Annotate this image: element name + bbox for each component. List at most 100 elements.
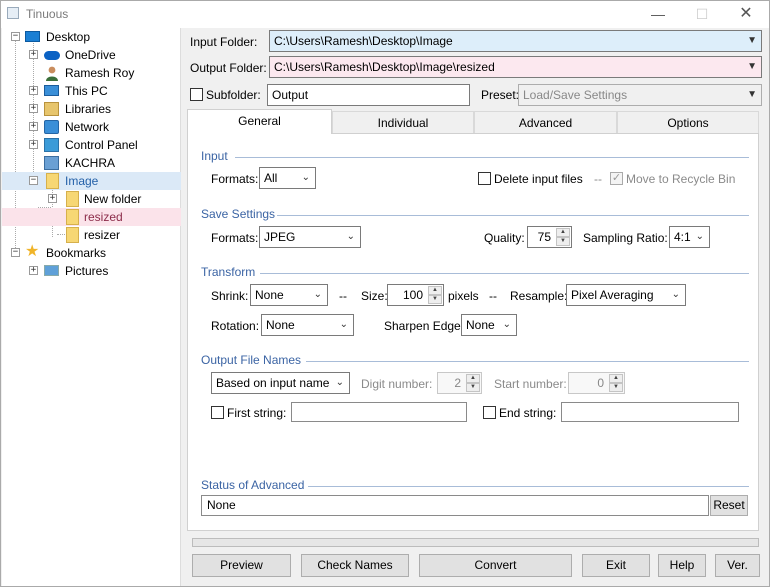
chevron-down-icon[interactable]: ▼ [747,85,757,105]
tree-node-resized[interactable]: resized [2,208,181,226]
first-string-checkbox[interactable] [211,406,224,419]
help-button[interactable]: Help [658,554,706,577]
collapse-toggle[interactable]: − [29,176,38,185]
tree-node-label: This PC [65,84,108,98]
tree-node-control-panel[interactable]: + Control Panel [2,136,181,154]
status-field: None [201,495,709,516]
save-formats-dropdown[interactable]: JPEG ⌄ [259,226,361,248]
end-string-input[interactable] [561,402,739,422]
subfolder-value: Output [272,88,309,102]
tree-node-this-pc[interactable]: + This PC [2,82,181,100]
input-folder-label: Input Folder: [190,35,258,49]
tree-node-desktop[interactable]: − Desktop [2,28,181,46]
expand-toggle[interactable]: + [29,266,38,275]
spin-down-icon[interactable]: ▼ [556,237,570,246]
sampling-ratio-dropdown[interactable]: 4:1 ⌄ [669,226,710,248]
first-string-input[interactable] [291,402,467,422]
folder-tree[interactable]: − Desktop + OneDrive Ramesh Roy + This P… [2,28,181,586]
status-section-title: Status of Advanced [201,478,305,492]
tree-node-bookmarks[interactable]: − ★ Bookmarks [2,243,181,262]
save-section-title: Save Settings [201,207,276,221]
tree-node-label: Control Panel [65,138,138,152]
tab-individual[interactable]: Individual [332,111,474,133]
preset-dropdown[interactable]: Load/Save Settings ▼ [518,84,762,106]
spin-up-icon[interactable]: ▲ [466,374,480,383]
check-names-button[interactable]: Check Names [301,554,409,577]
tab-advanced[interactable]: Advanced [474,111,617,133]
spin-up-icon[interactable]: ▲ [556,228,570,237]
tree-node-user[interactable]: Ramesh Roy [2,64,181,82]
subfolder-checkbox[interactable] [190,88,203,101]
recycle-bin-checkbox[interactable]: ✓ [610,172,623,185]
shrink-dropdown[interactable]: None ⌄ [250,284,328,306]
folder-icon [66,209,79,225]
tree-node-label: Desktop [46,30,91,44]
tree-node-new-folder[interactable]: + New folder [2,190,181,208]
onedrive-icon [44,51,60,60]
tree-node-libraries[interactable]: + Libraries [2,100,181,118]
tree-node-network[interactable]: + Network [2,118,181,136]
input-formats-label: Formats: [211,172,259,186]
chevron-down-icon: ⌄ [502,319,511,330]
sharpen-edge-dropdown[interactable]: None ⌄ [461,314,517,336]
rotation-dropdown[interactable]: None ⌄ [261,314,354,336]
minimize-button[interactable]: — [643,3,673,25]
digit-number-value: 2 [454,376,461,390]
end-string-label: End string: [499,406,557,420]
expand-toggle[interactable]: + [29,86,38,95]
spin-up-icon[interactable]: ▲ [428,286,442,295]
convert-button[interactable]: Convert [419,554,572,577]
exit-button[interactable]: Exit [582,554,650,577]
folder-icon [66,227,79,243]
chevron-down-icon[interactable]: ▼ [747,57,757,77]
shrink-label: Shrink: [211,289,249,303]
subfolder-input[interactable]: Output [267,84,470,106]
tree-node-image[interactable]: − Image [2,172,181,190]
delete-input-checkbox[interactable] [478,172,491,185]
tree-node-pictures[interactable]: + Pictures [2,262,181,280]
spin-up-icon[interactable]: ▲ [609,374,623,383]
tree-node-label: Ramesh Roy [65,66,135,80]
expand-toggle[interactable]: + [29,122,38,131]
tree-node-onedrive[interactable]: + OneDrive [2,46,181,64]
preview-button[interactable]: Preview [192,554,291,577]
size-spinner[interactable]: 100 ▲ ▼ [387,284,444,306]
reset-button[interactable]: Reset [710,495,748,516]
tab-options[interactable]: Options [617,111,759,133]
status-value: None [207,498,236,512]
resample-dropdown[interactable]: Pixel Averaging ⌄ [566,284,686,306]
naming-mode-value: Based on input name [216,376,330,390]
close-button[interactable]: ✕ [731,3,761,25]
maximize-button[interactable]: ☐ [687,3,717,25]
kachra-icon [44,156,59,170]
start-number-spinner[interactable]: 0 ▲ ▼ [568,372,625,394]
digit-number-spinner[interactable]: 2 ▲ ▼ [437,372,482,394]
expand-toggle[interactable]: + [29,104,38,113]
tree-node-resizer[interactable]: resizer [2,226,181,244]
quality-value: 75 [537,230,551,244]
tree-node-label: resized [84,210,123,224]
input-formats-dropdown[interactable]: All ⌄ [259,167,316,189]
preset-placeholder: Load/Save Settings [523,88,628,102]
naming-mode-dropdown[interactable]: Based on input name ⌄ [211,372,350,394]
spin-down-icon[interactable]: ▼ [609,383,623,392]
collapse-toggle[interactable]: − [11,248,20,257]
chevron-down-icon[interactable]: ▼ [747,31,757,51]
tab-general[interactable]: General [187,109,332,134]
input-folder-field[interactable]: C:\Users\Ramesh\Desktop\Image ▼ [269,30,762,52]
collapse-toggle[interactable]: − [11,32,20,41]
expand-toggle[interactable]: + [48,194,57,203]
chevron-down-icon: ⌄ [339,319,348,330]
spin-down-icon[interactable]: ▼ [428,295,442,304]
tree-node-kachra[interactable]: KACHRA [2,154,181,172]
expand-toggle[interactable]: + [29,50,38,59]
output-folder-field[interactable]: C:\Users\Ramesh\Desktop\Image\resized ▼ [269,56,762,78]
star-icon: ★ [25,243,40,260]
expand-toggle[interactable]: + [29,140,38,149]
end-string-checkbox[interactable] [483,406,496,419]
quality-spinner[interactable]: 75 ▲ ▼ [527,226,572,248]
version-button[interactable]: Ver. [715,554,760,577]
subfolder-label: Subfolder: [206,88,261,102]
spin-down-icon[interactable]: ▼ [466,383,480,392]
folder-icon [66,191,79,207]
